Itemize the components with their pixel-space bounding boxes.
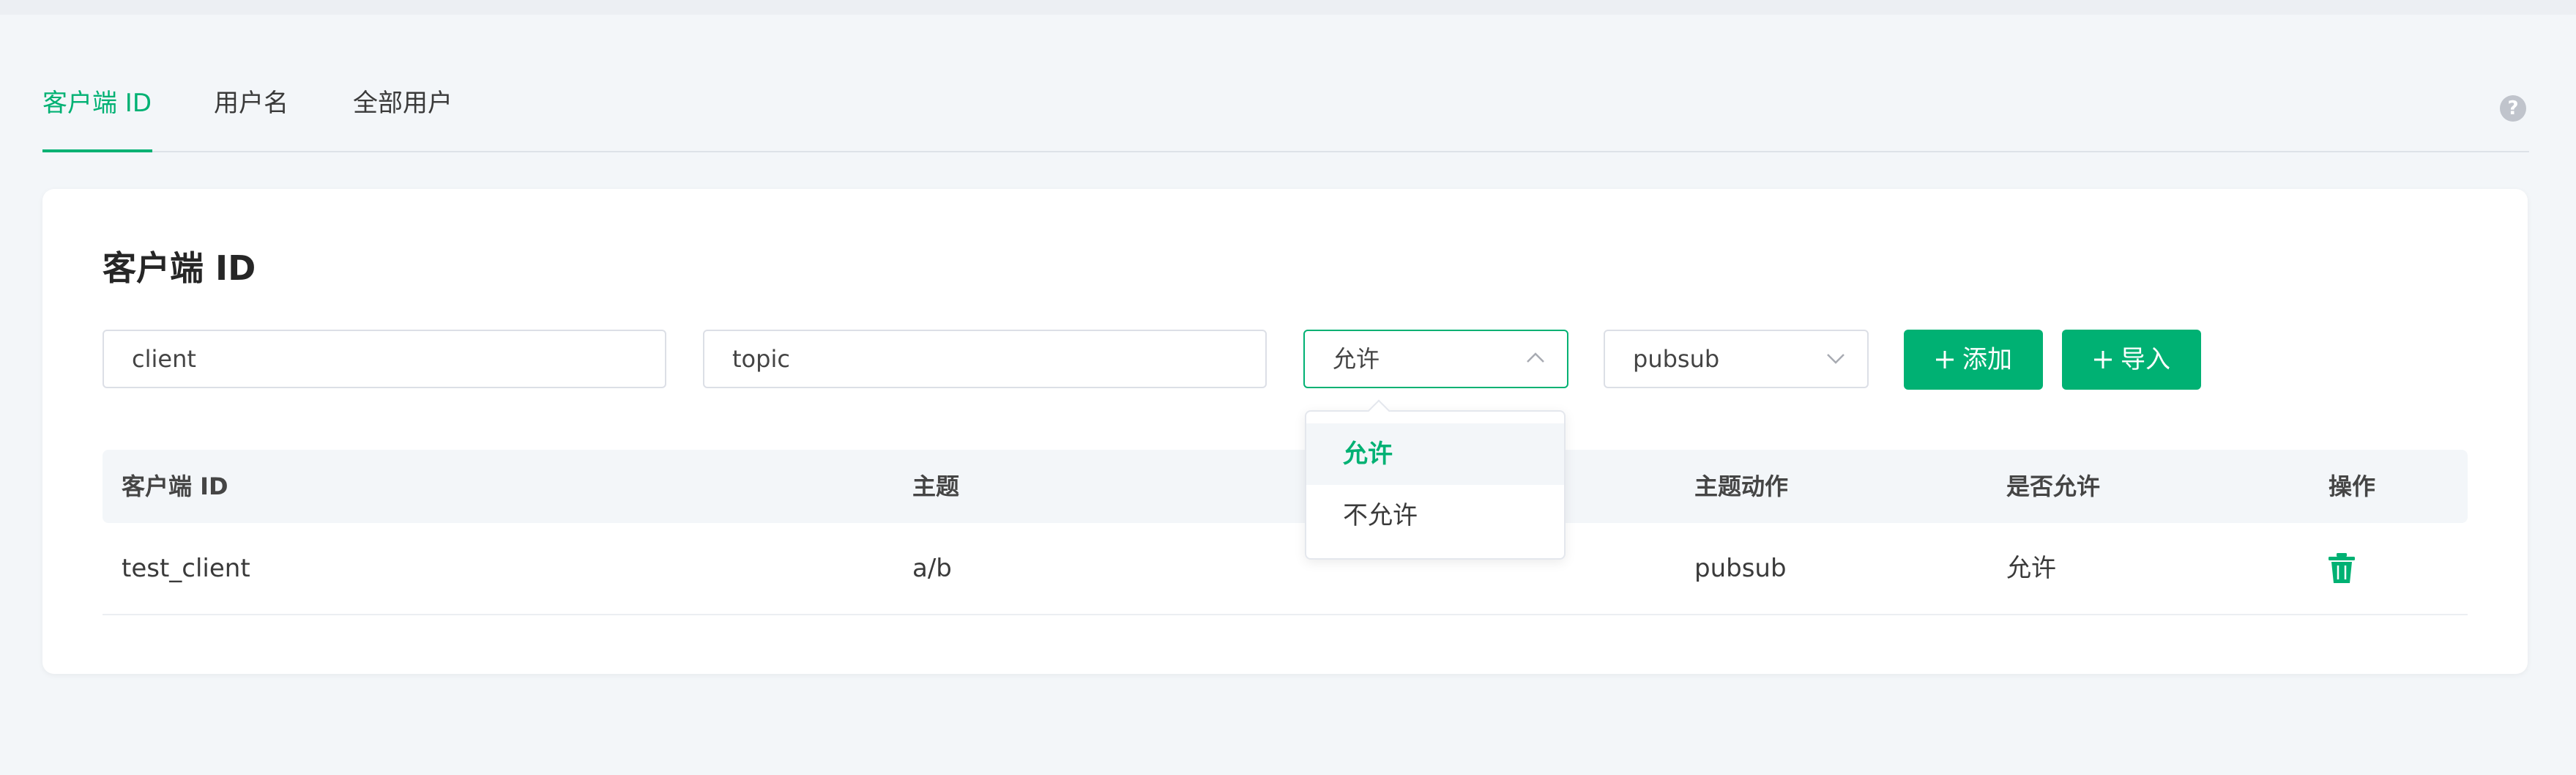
import-button-label: 导入 xyxy=(2121,345,2170,374)
top-bar xyxy=(0,0,2576,15)
action-select-value: pubsub xyxy=(1633,345,1720,373)
add-button[interactable]: 添加 xyxy=(1904,330,2043,390)
client-id-input[interactable] xyxy=(103,330,666,388)
column-header-allow: 是否允许 xyxy=(2006,472,2101,500)
permission-select[interactable]: 允许 xyxy=(1303,330,1568,388)
cell-allow: 允许 xyxy=(2006,554,2056,583)
tab-client-id[interactable]: 客户端 ID xyxy=(42,79,152,151)
tab-username[interactable]: 用户名 xyxy=(214,79,289,151)
acl-card: 客户端 ID 允许 pubsub 添加 导入 客户端 ID 主题 主题动作 是否… xyxy=(42,189,2528,674)
trash-icon[interactable] xyxy=(2327,552,2356,585)
column-header-client-id: 客户端 ID xyxy=(122,472,228,500)
plus-icon xyxy=(2094,351,2112,368)
import-button[interactable]: 导入 xyxy=(2062,330,2201,390)
question-icon[interactable]: ? xyxy=(2500,95,2526,122)
column-header-action: 主题动作 xyxy=(1694,472,1789,500)
column-header-topic: 主题 xyxy=(912,472,960,500)
topic-input[interactable] xyxy=(703,330,1267,388)
action-select[interactable]: pubsub xyxy=(1604,330,1869,388)
add-button-label: 添加 xyxy=(1962,345,2012,374)
cell-topic: a/b xyxy=(912,554,952,583)
table-header: 客户端 ID 主题 主题动作 是否允许 操作 xyxy=(103,450,2468,523)
column-header-operation: 操作 xyxy=(2329,472,2376,500)
chevron-up-icon xyxy=(1527,352,1544,363)
active-tab-indicator xyxy=(42,149,152,152)
card-title: 客户端 ID xyxy=(103,248,256,288)
tab-bar: 客户端 ID 用户名 全部用户 xyxy=(42,79,2529,152)
dropdown-option-allow[interactable]: 允许 xyxy=(1306,423,1564,485)
plus-icon xyxy=(1936,351,1954,368)
table-row: test_client a/b pubsub 允许 xyxy=(103,523,2468,615)
dropdown-option-deny[interactable]: 不允许 xyxy=(1306,485,1564,546)
permission-select-value: 允许 xyxy=(1333,345,1380,373)
cell-client-id: test_client xyxy=(122,554,250,583)
permission-dropdown: 允许 不允许 xyxy=(1305,410,1566,560)
cell-action: pubsub xyxy=(1694,554,1787,583)
chevron-down-icon xyxy=(1827,354,1844,364)
tab-all-users[interactable]: 全部用户 xyxy=(353,79,453,151)
